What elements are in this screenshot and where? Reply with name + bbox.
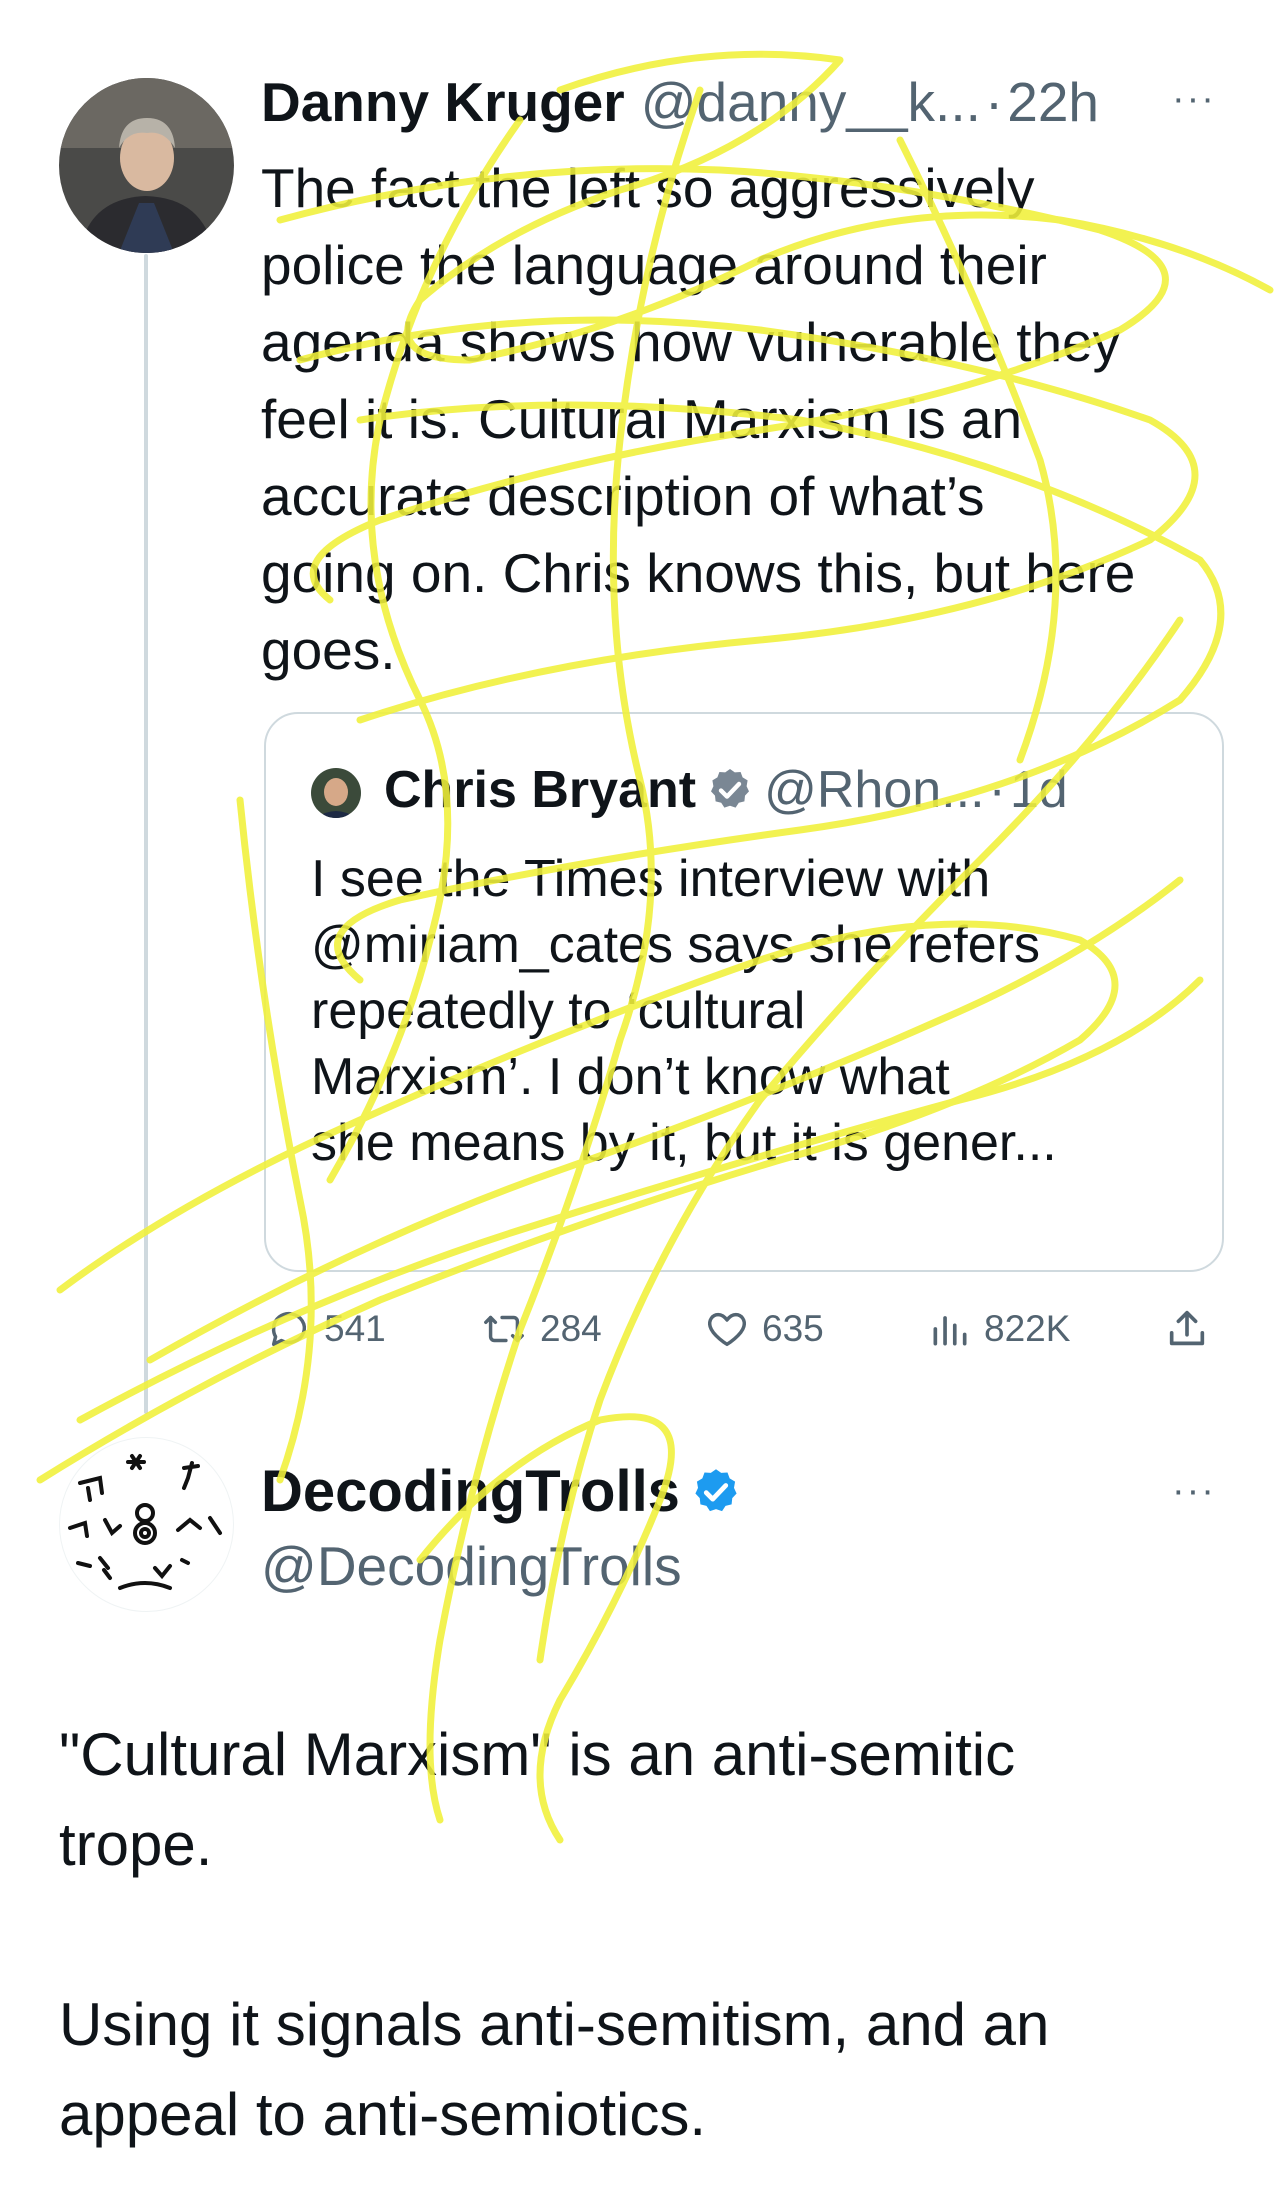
author-name[interactable]: DecodingTrolls xyxy=(261,1458,680,1525)
separator-dot: · xyxy=(984,71,1004,133)
thread-connector xyxy=(144,254,148,1414)
reply-count: 541 xyxy=(324,1308,386,1349)
verified-badge-icon xyxy=(711,769,750,808)
share-button[interactable] xyxy=(1164,1306,1222,1352)
author-name[interactable]: Danny Kruger xyxy=(261,70,625,134)
tweet-header: Danny Kruger @danny__k... · 22h xyxy=(261,70,1099,134)
tweet-header: DecodingTrolls xyxy=(261,1458,752,1525)
avatar[interactable] xyxy=(59,78,234,253)
share-icon xyxy=(1169,1310,1205,1346)
quote-text: I see the Times interview with @miriam_c… xyxy=(311,850,1057,1172)
views-button[interactable]: 822K xyxy=(928,1306,1070,1352)
quote-header: Chris Bryant @Rhon... · 1d xyxy=(384,760,1068,820)
retweet-count: 284 xyxy=(540,1308,602,1349)
quote-avatar xyxy=(311,768,361,818)
views-count: 822K xyxy=(984,1308,1071,1349)
author-handle[interactable]: @danny__k... xyxy=(641,70,981,134)
views-icon xyxy=(933,1316,967,1346)
more-icon[interactable]: ··· xyxy=(1172,78,1216,121)
retweet-button[interactable]: 284 xyxy=(480,1306,602,1352)
tweet-text: "Cultural Marxism" is an anti-semitic tr… xyxy=(59,1721,1050,2148)
author-handle[interactable]: @DecodingTrolls xyxy=(261,1534,682,1598)
quote-author-name: Chris Bryant xyxy=(384,761,697,819)
petroglyph-logo-icon xyxy=(68,1454,222,1590)
like-button[interactable]: 635 xyxy=(704,1306,824,1352)
verified-badge-icon xyxy=(695,1468,737,1511)
retweet-icon xyxy=(484,1315,524,1343)
tweet-text: The fact the left so aggressively police… xyxy=(261,157,1136,681)
separator-dot: · xyxy=(988,761,1006,819)
like-count: 635 xyxy=(762,1308,824,1349)
reply-icon xyxy=(271,1312,307,1347)
more-icon[interactable]: ··· xyxy=(1172,1470,1216,1513)
tweet-time[interactable]: 22h xyxy=(1007,70,1099,134)
quote-time: 1d xyxy=(1009,761,1068,819)
quote-author-handle: @Rhon... xyxy=(764,761,985,819)
heart-icon xyxy=(708,1312,746,1347)
avatar-photo xyxy=(59,78,234,253)
avatar[interactable] xyxy=(59,1437,234,1612)
reply-button[interactable]: 541 xyxy=(266,1306,386,1352)
